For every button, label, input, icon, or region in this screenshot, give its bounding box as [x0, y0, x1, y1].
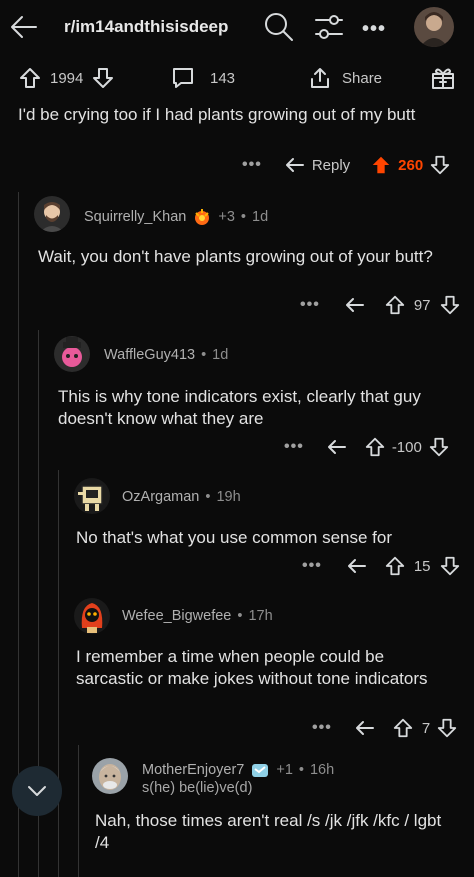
comment-icon	[170, 65, 196, 91]
avatar[interactable]	[54, 336, 90, 372]
comment-body: Nah, those times aren't real /s /jk /jfk…	[95, 811, 442, 852]
more-icon[interactable]: •••	[284, 438, 304, 456]
username[interactable]: WaffleGuy413	[104, 347, 195, 363]
user-avatar[interactable]	[414, 7, 454, 47]
reply-icon[interactable]	[346, 555, 368, 577]
post-vote-group: 1994	[18, 60, 115, 96]
comment-body: This is why tone indicators exist, clear…	[58, 387, 421, 428]
comment-actions: ••• 15	[302, 553, 461, 579]
upvote-icon[interactable]	[364, 436, 386, 458]
reply-icon	[284, 154, 306, 176]
username[interactable]: Wefee_Bigwefee	[122, 608, 231, 624]
downvote-icon[interactable]	[439, 555, 461, 577]
comment-score: 97	[413, 296, 431, 314]
comment-score: 7	[421, 719, 431, 737]
comment-actions: ••• -100	[284, 434, 450, 460]
more-icon[interactable]: •••	[302, 557, 322, 575]
reply-icon[interactable]	[344, 294, 366, 316]
award-icon	[192, 207, 212, 227]
award-count: +3	[218, 209, 235, 225]
reply-icon[interactable]	[326, 436, 348, 458]
avatar[interactable]	[74, 478, 110, 514]
comment-body: I remember a time when people could be s…	[76, 647, 428, 688]
downvote-icon[interactable]	[436, 717, 458, 739]
chevron-down-icon	[24, 778, 50, 804]
next-comment-button[interactable]	[12, 766, 62, 816]
comment-meta: WaffleGuy413 • 1d	[104, 347, 228, 363]
comment-score: 260	[398, 156, 424, 174]
award-icon	[250, 760, 270, 780]
comment-score: 15	[413, 557, 431, 575]
comment-body: I'd be crying too if I had plants growin…	[18, 105, 416, 124]
award-icon[interactable]	[430, 60, 456, 96]
comment-meta: MotherEnjoyer7 +1 • 16h	[142, 760, 334, 780]
post-upvote-count: 1994	[50, 69, 84, 87]
separator: •	[237, 608, 243, 624]
comment-actions: ••• Reply 260	[242, 152, 451, 178]
more-icon[interactable]: •••	[312, 719, 332, 737]
reply-icon[interactable]	[354, 717, 376, 739]
upvote-icon[interactable]	[370, 154, 392, 176]
comment-meta: Wefee_Bigwefee • 17h	[122, 608, 273, 624]
avatar[interactable]	[92, 758, 128, 794]
comment-meta: Squirrelly_Khan +3 • 1d	[84, 207, 268, 227]
post-action-bar: 1994 143 Share	[0, 60, 474, 96]
upvote-icon[interactable]	[384, 555, 406, 577]
downvote-icon[interactable]	[428, 436, 450, 458]
more-options-icon[interactable]: •••	[362, 18, 386, 41]
comment-actions: ••• 97	[300, 292, 461, 318]
filter-icon[interactable]	[312, 10, 346, 44]
award-count: +1	[276, 762, 293, 778]
upvote-icon[interactable]	[384, 294, 406, 316]
separator: •	[240, 209, 246, 225]
share-button[interactable]: Share	[308, 60, 382, 96]
avatar[interactable]	[34, 196, 70, 232]
reply-button[interactable]: Reply	[284, 154, 350, 176]
comment-age: 1d	[252, 209, 269, 225]
comment-age: 17h	[248, 608, 273, 624]
upvote-icon[interactable]	[18, 66, 42, 90]
downvote-icon[interactable]	[439, 294, 461, 316]
separator: •	[205, 489, 211, 505]
username[interactable]: OzArgaman	[122, 489, 199, 505]
reply-label: Reply	[311, 156, 351, 174]
top-bar: r/im14andthisisdeep •••	[0, 0, 474, 54]
back-arrow-icon[interactable]	[8, 12, 40, 42]
comment-body: Wait, you don't have plants growing out …	[38, 247, 433, 266]
separator: •	[201, 347, 207, 363]
thread-line	[78, 745, 79, 877]
more-icon[interactable]: •••	[242, 156, 262, 174]
username[interactable]: MotherEnjoyer7	[142, 762, 244, 778]
comment-age: 1d	[212, 347, 229, 363]
username[interactable]: Squirrelly_Khan	[84, 209, 186, 225]
avatar[interactable]	[74, 598, 110, 634]
more-icon[interactable]: •••	[300, 296, 320, 314]
separator: •	[298, 762, 304, 778]
upvote-icon[interactable]	[392, 717, 414, 739]
comment-count: 143	[210, 69, 236, 87]
downvote-icon[interactable]	[91, 66, 115, 90]
search-icon[interactable]	[262, 10, 296, 44]
comment-age: 16h	[309, 762, 335, 778]
comment-actions: ••• 7	[312, 715, 458, 741]
comment-age: 19h	[216, 489, 241, 505]
comment-body: No that's what you use common sense for	[76, 528, 393, 547]
share-label: Share	[342, 69, 383, 87]
comment-meta: OzArgaman • 19h	[122, 489, 241, 505]
subreddit-title[interactable]: r/im14andthisisdeep	[64, 17, 228, 37]
user-flair: s(he) be(lie)ve(d)	[142, 780, 253, 796]
thread-line	[58, 470, 59, 877]
share-icon	[308, 66, 332, 90]
comment-score: -100	[391, 438, 422, 456]
downvote-icon[interactable]	[429, 154, 451, 176]
comments-button[interactable]: 143	[170, 60, 235, 96]
